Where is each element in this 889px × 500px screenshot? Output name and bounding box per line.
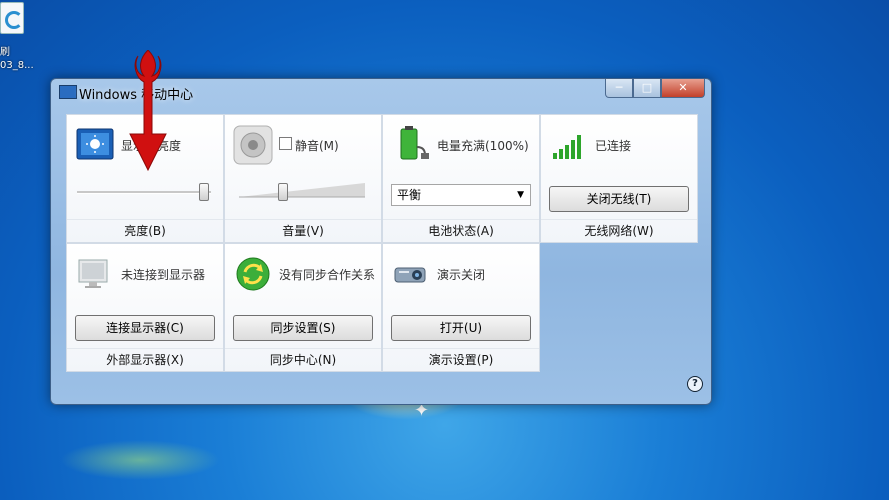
connect-display-button[interactable]: 连接显示器(C) <box>75 315 215 341</box>
sync-center-tile: 没有同步合作关系 同步设置(S) 同步中心(N) <box>224 243 382 372</box>
battery-footer: 电池状态(A) <box>383 219 539 242</box>
maximize-button[interactable]: □ <box>633 79 661 98</box>
desktop-icon-label-2: 03_8... <box>0 60 34 71</box>
wireless-footer: 无线网络(W) <box>541 219 697 242</box>
desktop-icon-label-1: 刷 <box>0 47 10 58</box>
power-plan-select[interactable]: 平衡 ▼ <box>391 184 531 206</box>
wireless-tile: 已连接 关闭无线(T) 无线网络(W) <box>540 114 698 243</box>
volume-slider-thumb[interactable] <box>277 183 288 201</box>
wireless-status: 已连接 <box>595 139 632 153</box>
presentation-status: 演示关闭 <box>437 268 486 282</box>
mobility-center-icon <box>59 85 77 99</box>
desktop-file-icon[interactable]: 刷 03_8... <box>0 0 34 80</box>
document-icon <box>0 2 24 34</box>
red-arrow-annotation <box>129 50 167 172</box>
monitor-icon[interactable] <box>75 254 115 294</box>
mute-label: 静音(M) <box>295 139 339 153</box>
external-display-tile: 未连接到显示器 连接显示器(C) 外部显示器(X) <box>66 243 224 372</box>
turn-on-presentation-button[interactable]: 打开(U) <box>391 315 531 341</box>
window-controls: ─ □ ✕ <box>605 79 705 98</box>
turn-off-wireless-button[interactable]: 关闭无线(T) <box>549 186 689 212</box>
volume-tile: 静音(M) 音量(V) <box>224 114 382 243</box>
volume-footer: 音量(V) <box>225 219 381 242</box>
battery-plug-icon[interactable] <box>391 125 431 165</box>
power-plan-value: 平衡 <box>397 188 422 202</box>
sync-footer: 同步中心(N) <box>225 348 381 371</box>
brightness-footer: 亮度(B) <box>67 219 223 242</box>
display-brightness-icon[interactable] <box>75 125 115 165</box>
volume-slider-track[interactable] <box>239 183 365 199</box>
help-icon[interactable]: ? <box>687 376 703 392</box>
mute-checkbox[interactable] <box>279 137 292 150</box>
presentation-tile: 演示关闭 打开(U) 演示设置(P) <box>382 243 540 372</box>
battery-status: 电量充满(100%) <box>437 139 529 153</box>
minimize-button[interactable]: ─ <box>605 79 633 98</box>
brightness-slider-track[interactable] <box>77 191 211 194</box>
brightness-slider-thumb[interactable] <box>199 183 210 201</box>
close-button[interactable]: ✕ <box>661 79 705 98</box>
battery-tile: 电量充满(100%) 平衡 ▼ 电池状态(A) <box>382 114 540 243</box>
chevron-down-icon: ▼ <box>517 190 524 200</box>
sync-status: 没有同步合作关系 <box>279 268 376 282</box>
wallpaper-streak <box>60 440 220 480</box>
display-status: 未连接到显示器 <box>121 268 206 282</box>
presentation-footer: 演示设置(P) <box>383 348 539 371</box>
signal-bars-icon[interactable] <box>549 125 589 165</box>
projector-icon[interactable] <box>391 254 431 294</box>
sync-settings-button[interactable]: 同步设置(S) <box>233 315 373 341</box>
display-footer: 外部显示器(X) <box>67 348 223 371</box>
speaker-icon[interactable] <box>233 125 273 165</box>
sync-icon[interactable] <box>233 254 273 294</box>
